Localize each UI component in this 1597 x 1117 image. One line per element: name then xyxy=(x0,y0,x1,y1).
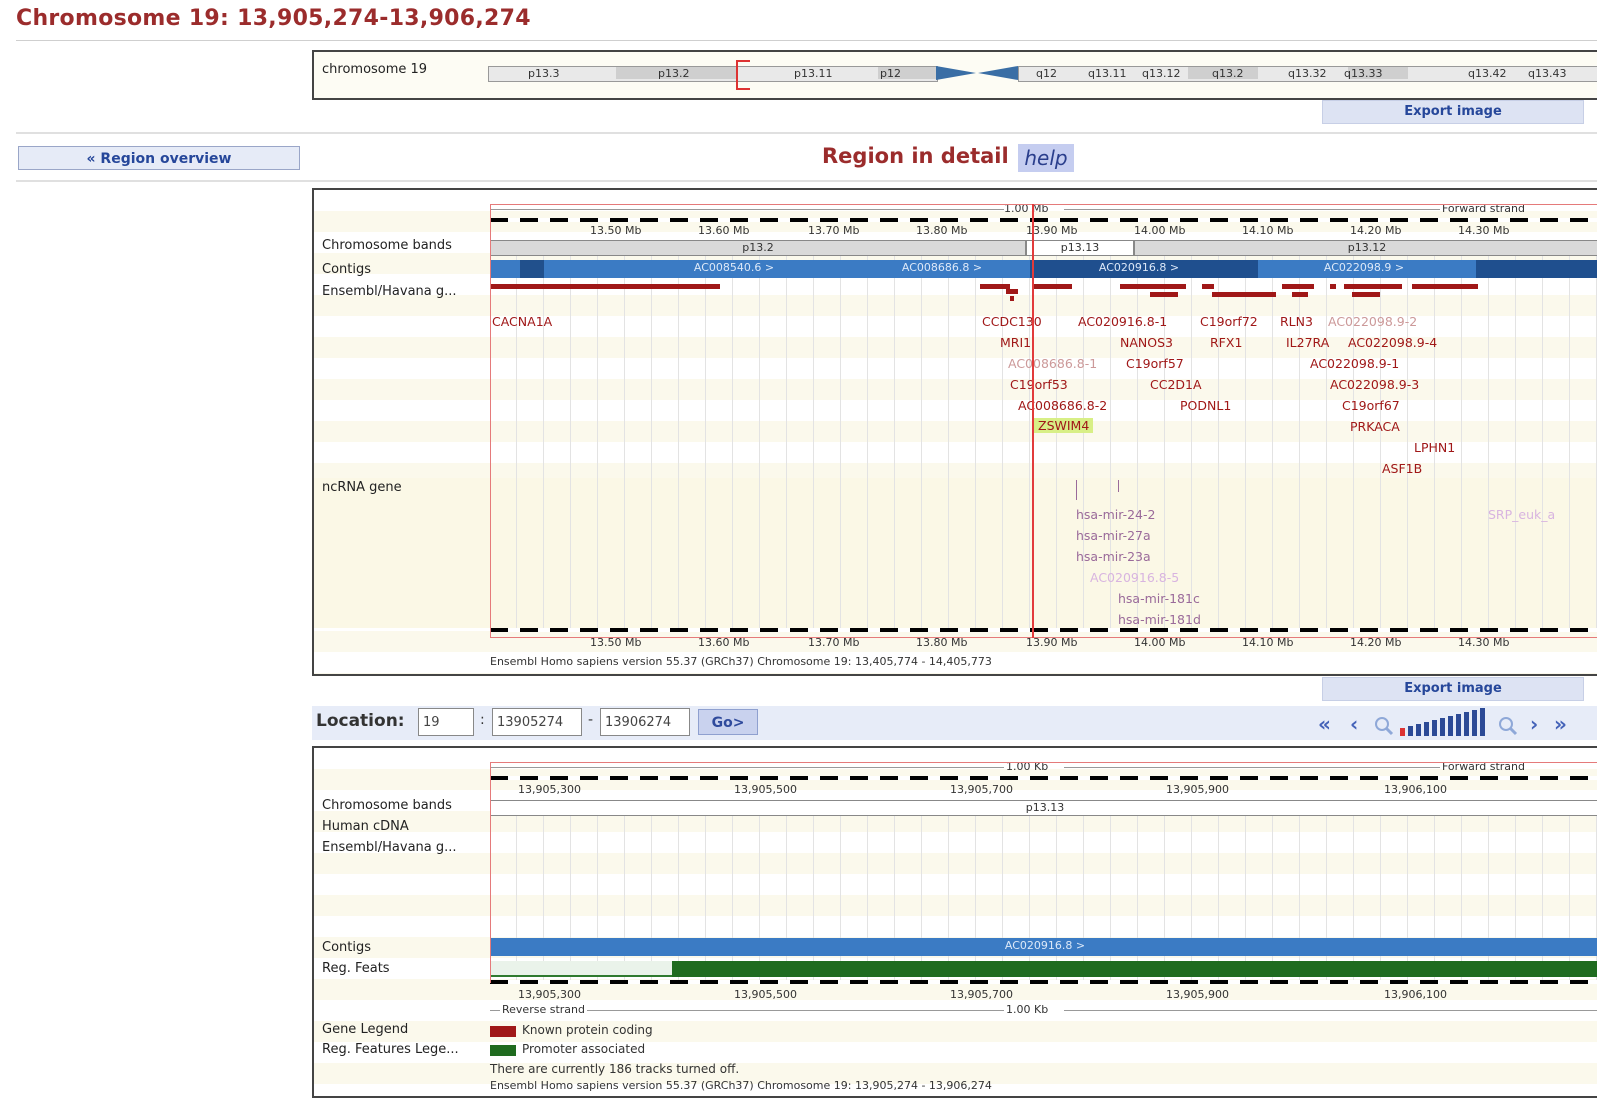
chromosome-overview-panel: chromosome 19 p13.3 p13.2 p13.11 p12 q12… xyxy=(312,50,1597,100)
left-arrow-icon[interactable]: ‹ xyxy=(1350,712,1358,736)
track-label-chromosome-bands: Chromosome bands xyxy=(322,238,452,253)
zoom-in-icon[interactable] xyxy=(1498,716,1520,740)
section-divider xyxy=(16,180,1597,182)
tracks-off-note: There are currently 186 tracks turned of… xyxy=(490,1062,740,1076)
track-label-gene-legend: Gene Legend xyxy=(322,1022,409,1037)
band-label: q13.2 xyxy=(1212,67,1244,80)
chromosome-input[interactable] xyxy=(418,708,474,736)
page-title: Chromosome 19: 13,905,274-13,906,274 xyxy=(16,6,531,31)
start-input[interactable] xyxy=(492,708,582,736)
legend-swatch-reg xyxy=(490,1045,516,1056)
band-label: q13.33 xyxy=(1344,67,1383,80)
band-label: q13.12 xyxy=(1142,67,1181,80)
band-label: q13.42 xyxy=(1468,67,1507,80)
track-label-reg-feats: Reg. Feats xyxy=(322,961,390,976)
base-detail-panel: 1.00 Kb Forward strand 13,905,300 13,905… xyxy=(312,746,1597,1098)
band-label: q13.32 xyxy=(1288,67,1327,80)
title-divider xyxy=(16,40,1597,41)
end-input[interactable] xyxy=(600,708,690,736)
view-outline xyxy=(490,762,1597,983)
zoom-out-icon[interactable] xyxy=(1374,716,1396,740)
track-label-human-cdna: Human cDNA xyxy=(322,819,409,834)
band-label: q13.43 xyxy=(1528,67,1567,80)
export-image-button[interactable]: Export image xyxy=(1322,100,1584,124)
track-label-ncrna: ncRNA gene xyxy=(322,480,402,495)
track-label-chromosome-bands: Chromosome bands xyxy=(322,798,452,813)
track-label-reg-legend: Reg. Features Lege... xyxy=(322,1042,459,1057)
region-overview-button[interactable]: « Region overview xyxy=(18,146,300,170)
band-label: p12 xyxy=(880,67,901,80)
tick-label: 13,905,300 xyxy=(518,988,581,1001)
panel-footer: Ensembl Homo sapiens version 55.37 (GRCh… xyxy=(490,655,992,668)
track-label-genes: Ensembl/Havana g... xyxy=(322,840,457,855)
legend-reg-label: Promoter associated xyxy=(522,1042,646,1056)
track-label-contigs: Contigs xyxy=(322,940,372,955)
panel-footer: Ensembl Homo sapiens version 55.37 (GRCh… xyxy=(490,1079,992,1092)
legend-swatch-gene xyxy=(490,1026,516,1037)
go-button[interactable]: Go> xyxy=(698,709,758,735)
track-label-genes: Ensembl/Havana g... xyxy=(322,284,457,299)
zoom-slider[interactable] xyxy=(1400,708,1496,738)
help-button[interactable]: help xyxy=(1018,144,1074,172)
tick-label: 13,905,900 xyxy=(1166,988,1229,1001)
tick-label: 13,906,100 xyxy=(1384,988,1447,1001)
region-marker xyxy=(736,60,750,90)
section-divider xyxy=(16,132,1597,134)
track-label-contigs: Contigs xyxy=(322,262,372,277)
region-detail-panel: 1.00 Mb Forward strand 13.50 Mb 13.60 Mb… xyxy=(312,188,1597,676)
band-label: p13.11 xyxy=(794,67,833,80)
chromosome-label: chromosome 19 xyxy=(322,62,428,77)
region-detail-title: Region in detail xyxy=(822,144,1009,168)
tick-label: 13,905,700 xyxy=(950,988,1013,1001)
double-right-arrow-icon[interactable]: » xyxy=(1554,712,1567,736)
double-left-arrow-icon[interactable]: « xyxy=(1318,712,1331,736)
band-label: p13.2 xyxy=(658,67,690,80)
location-separator: - xyxy=(588,712,594,728)
centromere-icon xyxy=(936,66,1018,80)
chromosome-ideogram[interactable]: p13.3 p13.2 p13.11 p12 q12 q13.11 q13.12… xyxy=(488,60,1597,90)
band-label: q12 xyxy=(1036,67,1057,80)
view-outline xyxy=(490,204,1597,638)
band-label: p13.3 xyxy=(528,67,560,80)
location-separator: : xyxy=(480,712,485,728)
band-label: q13.11 xyxy=(1088,67,1127,80)
scale-label: 1.00 Kb xyxy=(1006,1003,1049,1016)
export-image-button[interactable]: Export image xyxy=(1322,677,1584,701)
right-arrow-icon[interactable]: › xyxy=(1530,712,1538,736)
legend-gene-label: Known protein coding xyxy=(522,1023,653,1037)
reverse-strand-label: Reverse strand xyxy=(500,1003,587,1016)
location-label: Location: xyxy=(316,711,405,731)
scale-line xyxy=(1064,1010,1597,1011)
tick-label: 13,905,500 xyxy=(734,988,797,1001)
current-position-line xyxy=(1032,204,1034,638)
